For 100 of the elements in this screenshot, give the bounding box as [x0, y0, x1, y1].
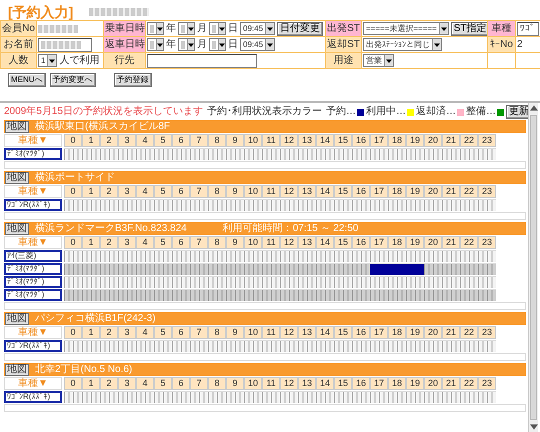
time-slot[interactable] — [190, 148, 208, 160]
time-slot[interactable] — [262, 148, 280, 160]
time-slot[interactable] — [370, 391, 388, 403]
dropdown-field[interactable]: 出発ｽﾃｰｼｮﾝと同じ — [363, 38, 442, 51]
time-slot[interactable] — [172, 199, 190, 211]
time-slot[interactable] — [298, 289, 316, 301]
time-slot[interactable] — [118, 199, 136, 211]
time-slot[interactable] — [64, 289, 82, 301]
time-slot[interactable] — [352, 289, 370, 301]
time-slot[interactable] — [442, 391, 460, 403]
time-slot[interactable] — [442, 250, 460, 262]
time-slot[interactable] — [334, 340, 352, 352]
time-slot[interactable] — [262, 199, 280, 211]
scrollbar[interactable] — [528, 103, 538, 432]
time-slot[interactable] — [190, 263, 208, 275]
time-slot[interactable] — [172, 340, 190, 352]
time-slot[interactable] — [244, 263, 262, 275]
time-slot[interactable] — [190, 199, 208, 211]
time-slot[interactable] — [442, 276, 460, 288]
time-slot[interactable] — [406, 340, 424, 352]
time-slot[interactable] — [136, 289, 154, 301]
time-slot[interactable] — [64, 276, 82, 288]
time-slot[interactable] — [82, 148, 100, 160]
dropdown-field[interactable] — [178, 38, 195, 51]
nav-button[interactable]: MENUへ — [8, 73, 46, 87]
time-slot[interactable] — [136, 199, 154, 211]
time-slot[interactable] — [334, 148, 352, 160]
time-slot[interactable] — [478, 148, 496, 160]
time-slot[interactable] — [406, 199, 424, 211]
time-slot[interactable] — [334, 276, 352, 288]
time-slot[interactable] — [406, 148, 424, 160]
time-slot[interactable] — [388, 391, 406, 403]
dropdown-field[interactable] — [147, 38, 164, 51]
time-slot[interactable] — [478, 276, 496, 288]
time-slot[interactable] — [478, 340, 496, 352]
time-slot[interactable] — [460, 276, 478, 288]
time-slot[interactable] — [100, 263, 118, 275]
time-slot[interactable] — [460, 263, 478, 275]
time-slot[interactable] — [118, 289, 136, 301]
time-slot[interactable] — [82, 199, 100, 211]
time-slot[interactable] — [118, 340, 136, 352]
time-slot[interactable] — [244, 289, 262, 301]
time-slot[interactable] — [460, 289, 478, 301]
time-slot[interactable] — [82, 276, 100, 288]
time-slot[interactable] — [154, 276, 172, 288]
map-button[interactable]: 地図 — [5, 172, 29, 184]
time-slot[interactable] — [64, 199, 82, 211]
dropdown-field[interactable] — [178, 22, 195, 35]
action-button[interactable]: ST指定 — [450, 22, 486, 36]
time-slot[interactable] — [154, 263, 172, 275]
car-name[interactable]: ﾃﾞﾐｵ(ﾏﾂﾀﾞ) — [4, 148, 62, 160]
time-slot[interactable] — [334, 289, 352, 301]
car-name[interactable]: ﾃﾞﾐｵ(ﾏﾂﾀﾞ) — [4, 276, 62, 288]
map-button[interactable]: 地図 — [5, 312, 29, 324]
time-slot[interactable] — [334, 263, 352, 275]
time-slot[interactable] — [208, 340, 226, 352]
time-slot[interactable] — [82, 250, 100, 262]
time-slot[interactable] — [406, 391, 424, 403]
input-field[interactable]: ﾜｺﾞ — [517, 22, 539, 36]
dropdown-field[interactable] — [209, 22, 226, 35]
time-slot[interactable] — [172, 250, 190, 262]
time-slot[interactable] — [244, 148, 262, 160]
time-slot[interactable] — [280, 276, 298, 288]
time-slot[interactable] — [154, 199, 172, 211]
time-slot[interactable] — [442, 199, 460, 211]
time-slot[interactable] — [64, 340, 82, 352]
time-slot[interactable] — [208, 391, 226, 403]
time-slot[interactable] — [316, 250, 334, 262]
time-slot[interactable] — [298, 199, 316, 211]
reservation-block[interactable] — [370, 263, 388, 275]
time-slot[interactable] — [154, 250, 172, 262]
time-slot[interactable] — [316, 148, 334, 160]
time-slot[interactable] — [262, 276, 280, 288]
time-slot[interactable] — [226, 250, 244, 262]
time-slot[interactable] — [190, 340, 208, 352]
time-slot[interactable] — [334, 250, 352, 262]
time-slot[interactable] — [262, 391, 280, 403]
car-name[interactable]: ﾃﾞﾐｵ(ﾏﾂﾀﾞ) — [4, 289, 62, 301]
time-slot[interactable] — [460, 148, 478, 160]
time-slot[interactable] — [118, 391, 136, 403]
time-slot[interactable] — [280, 263, 298, 275]
time-slot[interactable] — [100, 148, 118, 160]
time-slot[interactable] — [298, 276, 316, 288]
time-slot[interactable] — [370, 289, 388, 301]
dropdown-field[interactable]: 09:45 — [240, 22, 276, 35]
time-slot[interactable] — [298, 391, 316, 403]
time-slot[interactable] — [442, 340, 460, 352]
nav-button[interactable]: 予約登録 — [114, 73, 152, 87]
time-slot[interactable] — [226, 289, 244, 301]
time-slot[interactable] — [316, 340, 334, 352]
nav-button[interactable]: 予約変更へ — [50, 73, 96, 87]
time-slot[interactable] — [172, 263, 190, 275]
car-name[interactable]: ｱｲ(三菱) — [4, 250, 62, 262]
time-slot[interactable] — [244, 250, 262, 262]
time-slot[interactable] — [64, 263, 82, 275]
time-slot[interactable] — [244, 199, 262, 211]
time-slot[interactable] — [442, 289, 460, 301]
time-slot[interactable] — [262, 250, 280, 262]
time-slot[interactable] — [208, 276, 226, 288]
time-slot[interactable] — [280, 148, 298, 160]
